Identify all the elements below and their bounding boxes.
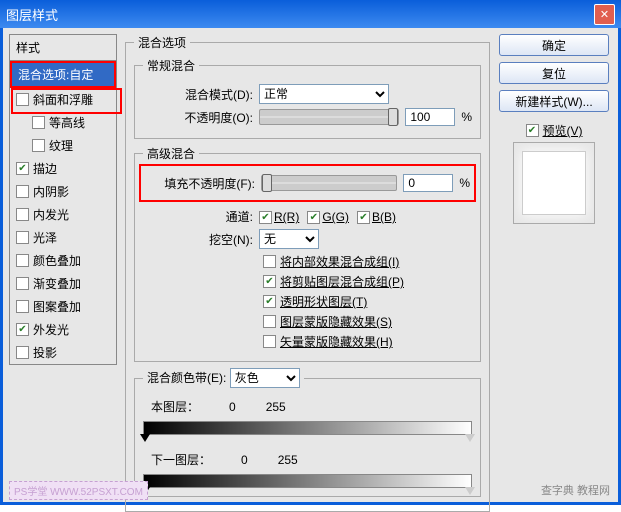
under-layer-slider[interactable] bbox=[143, 474, 472, 488]
ok-button[interactable]: 确定 bbox=[499, 34, 609, 56]
under-max: 255 bbox=[278, 453, 298, 467]
style-checkbox[interactable] bbox=[16, 277, 29, 290]
style-label: 内阴影 bbox=[33, 183, 69, 200]
fill-opacity-slider[interactable] bbox=[261, 175, 397, 191]
option-checkbox[interactable] bbox=[263, 335, 276, 348]
general-blending-group: 常规混合 混合模式(D): 正常 不透明度(O): % bbox=[134, 57, 481, 139]
style-label: 纹理 bbox=[49, 137, 73, 154]
style-label: 光泽 bbox=[33, 229, 57, 246]
this-layer-slider[interactable] bbox=[143, 421, 472, 435]
style-item[interactable]: 斜面和浮雕 bbox=[10, 88, 116, 111]
option-checkbox[interactable] bbox=[263, 255, 276, 268]
style-checkbox[interactable] bbox=[16, 300, 29, 313]
style-item[interactable]: 等高线 bbox=[10, 111, 116, 134]
channel-label: G(G) bbox=[322, 210, 349, 224]
style-label: 颜色叠加 bbox=[33, 252, 81, 269]
percent-label-2: % bbox=[459, 176, 470, 190]
styles-list: 混合选项:自定 斜面和浮雕等高线纹理描边内阴影内发光光泽颜色叠加渐变叠加图案叠加… bbox=[9, 60, 117, 365]
styles-header: 样式 bbox=[9, 34, 117, 60]
advanced-blending-group: 高级混合 填充不透明度(F): % 通道: R(R) G(G) B(B) 挖空(N)… bbox=[134, 145, 481, 362]
style-item[interactable]: 图案叠加 bbox=[10, 295, 116, 318]
knockout-label: 挖空(N): bbox=[143, 231, 253, 248]
percent-label: % bbox=[461, 110, 472, 124]
opacity-label: 不透明度(O): bbox=[143, 109, 253, 126]
blend-if-group: 混合颜色带(E): 灰色 本图层： 0 255 下一图层： 0 255 bbox=[134, 368, 481, 497]
option-label: 图层蒙版隐藏效果(S) bbox=[280, 313, 392, 330]
style-label: 外发光 bbox=[33, 321, 69, 338]
channel-checkbox[interactable] bbox=[259, 211, 272, 224]
blend-mode-label: 混合模式(D): bbox=[143, 86, 253, 103]
style-item[interactable]: 渐变叠加 bbox=[10, 272, 116, 295]
blend-options-group: 混合选项 常规混合 混合模式(D): 正常 不透明度(O): % 高级混合 bbox=[125, 34, 490, 512]
this-min: 0 bbox=[229, 400, 236, 414]
watermark-2: PS学堂 WWW.52PSXT.COM bbox=[9, 481, 148, 500]
option-label: 矢量蒙版隐藏效果(H) bbox=[280, 333, 393, 350]
channels-label: 通道: bbox=[143, 208, 253, 225]
under-layer-label: 下一图层： bbox=[151, 451, 211, 468]
this-max: 255 bbox=[266, 400, 286, 414]
channel-label: B(B) bbox=[372, 210, 396, 224]
style-checkbox[interactable] bbox=[16, 323, 29, 336]
style-checkbox[interactable] bbox=[16, 185, 29, 198]
style-item[interactable]: 投影 bbox=[10, 341, 116, 364]
channel-checkbox[interactable] bbox=[307, 211, 320, 224]
blend-options-legend: 混合选项 bbox=[134, 34, 190, 51]
style-item[interactable]: 内发光 bbox=[10, 203, 116, 226]
blend-options-selected[interactable]: 混合选项:自定 bbox=[10, 61, 116, 88]
under-min: 0 bbox=[241, 453, 248, 467]
cancel-button[interactable]: 复位 bbox=[499, 62, 609, 84]
preview-checkbox[interactable] bbox=[526, 124, 539, 137]
preview-label: 预览(V) bbox=[543, 122, 583, 139]
style-label: 内发光 bbox=[33, 206, 69, 223]
style-label: 描边 bbox=[33, 160, 57, 177]
option-label: 将内部效果混合成组(I) bbox=[280, 253, 399, 270]
style-checkbox[interactable] bbox=[16, 93, 29, 106]
style-item[interactable]: 颜色叠加 bbox=[10, 249, 116, 272]
option-label: 透明形状图层(T) bbox=[280, 293, 367, 310]
style-checkbox[interactable] bbox=[16, 254, 29, 267]
advanced-blending-legend: 高级混合 bbox=[143, 145, 199, 162]
style-item[interactable]: 光泽 bbox=[10, 226, 116, 249]
style-label: 等高线 bbox=[49, 114, 85, 131]
knockout-select[interactable]: 无 bbox=[259, 229, 319, 249]
fill-opacity-label: 填充不透明度(F): bbox=[145, 175, 255, 192]
preview-swatch bbox=[522, 151, 586, 215]
channel-checkbox[interactable] bbox=[357, 211, 370, 224]
blend-mode-select[interactable]: 正常 bbox=[259, 84, 389, 104]
opacity-slider[interactable] bbox=[259, 109, 399, 125]
option-checkbox[interactable] bbox=[263, 315, 276, 328]
blend-if-legend: 混合颜色带(E): bbox=[147, 371, 226, 385]
channel-label: R(R) bbox=[274, 210, 299, 224]
blend-if-channel-select[interactable]: 灰色 bbox=[230, 368, 300, 388]
style-checkbox[interactable] bbox=[32, 116, 45, 129]
style-checkbox[interactable] bbox=[16, 346, 29, 359]
style-item[interactable]: 内阴影 bbox=[10, 180, 116, 203]
style-label: 渐变叠加 bbox=[33, 275, 81, 292]
style-checkbox[interactable] bbox=[16, 231, 29, 244]
style-checkbox[interactable] bbox=[16, 162, 29, 175]
watermark-text: 查字典 教程网 bbox=[541, 482, 610, 498]
option-label: 将剪贴图层混合成组(P) bbox=[280, 273, 404, 290]
style-item[interactable]: 外发光 bbox=[10, 318, 116, 341]
style-item[interactable]: 描边 bbox=[10, 157, 116, 180]
close-button[interactable]: ✕ bbox=[594, 4, 615, 25]
option-checkbox[interactable] bbox=[263, 275, 276, 288]
fill-opacity-input[interactable] bbox=[403, 174, 453, 192]
this-layer-label: 本图层： bbox=[151, 398, 199, 415]
dialog-title: 图层样式 bbox=[6, 5, 58, 24]
option-checkbox[interactable] bbox=[263, 295, 276, 308]
style-checkbox[interactable] bbox=[32, 139, 45, 152]
style-label: 投影 bbox=[33, 344, 57, 361]
style-checkbox[interactable] bbox=[16, 208, 29, 221]
style-label: 图案叠加 bbox=[33, 298, 81, 315]
new-style-button[interactable]: 新建样式(W)... bbox=[499, 90, 609, 112]
style-label: 斜面和浮雕 bbox=[33, 91, 93, 108]
opacity-input[interactable] bbox=[405, 108, 455, 126]
style-item[interactable]: 纹理 bbox=[10, 134, 116, 157]
general-blending-legend: 常规混合 bbox=[143, 57, 199, 74]
